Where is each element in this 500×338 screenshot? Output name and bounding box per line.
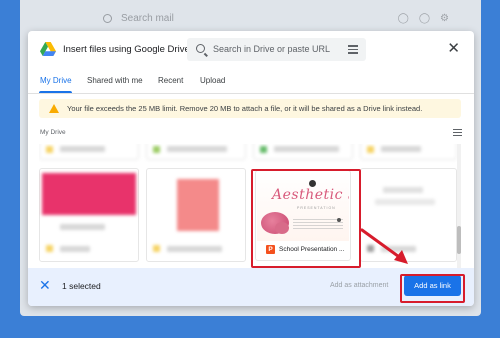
breadcrumb[interactable]: My Drive [40, 129, 66, 136]
close-icon[interactable]: ✕ [39, 278, 51, 292]
thumbnail-title: Aesthetic Scho [272, 187, 349, 203]
file-name-bar [381, 146, 421, 152]
tab-bar: My Drive Shared with me Recent Upload [28, 71, 474, 93]
file-type-icon [46, 245, 53, 252]
dialog-title: Insert files using Google Drive [63, 44, 190, 55]
tab-recent[interactable]: Recent [158, 76, 183, 85]
add-as-attachment-button[interactable]: Add as attachment [330, 282, 388, 289]
thumbnail-subtitle: PRESENTATION [297, 206, 336, 210]
file-type-icon [153, 146, 160, 153]
ink-dot [337, 218, 341, 222]
file-caption: P School Presentation ... [257, 241, 349, 259]
slides-file-icon: P [266, 245, 275, 254]
file-name-bar [274, 146, 339, 152]
file-name-bar [60, 246, 90, 252]
file-name: School Presentation ... [279, 246, 345, 253]
file-item[interactable] [146, 144, 246, 160]
search-icon [196, 44, 205, 53]
scrollbar-thumb[interactable] [457, 226, 461, 254]
file-type-icon [46, 146, 53, 153]
file-type-icon [153, 245, 160, 252]
google-drive-icon [40, 42, 56, 56]
list-view-icon[interactable] [453, 129, 462, 137]
selected-file-card[interactable]: Aesthetic Scho PRESENTATION P School Pre… [255, 170, 351, 261]
file-item[interactable] [253, 144, 353, 160]
search-icon [103, 14, 112, 23]
file-thumbnail [177, 179, 219, 231]
file-type-icon [367, 245, 374, 252]
file-name-bar [60, 146, 105, 152]
warning-text: Your file exceeds the 25 MB limit. Remov… [67, 104, 423, 113]
ink-dot [309, 180, 316, 187]
file-item[interactable] [39, 168, 139, 262]
gmail-search-placeholder: Search mail [121, 13, 174, 24]
flower-graphic [275, 222, 289, 234]
dialog-footer: ✕ 1 selected Add as attachment Add as li… [28, 268, 474, 306]
file-type-icon [367, 146, 374, 153]
file-name-bar [167, 146, 227, 152]
file-item[interactable] [39, 144, 139, 160]
warning-icon [49, 104, 59, 113]
file-name-bar [167, 246, 222, 252]
file-thumbnail [42, 173, 136, 215]
file-name-bar [383, 187, 423, 193]
gmail-header-icons: ◯◯⚙ [397, 13, 459, 24]
tab-shared-with-me[interactable]: Shared with me [87, 76, 143, 85]
gmail-search-bar: Search mail [103, 13, 174, 24]
tab-divider [28, 93, 474, 94]
close-icon[interactable]: ✕ [447, 41, 460, 56]
size-warning-banner: Your file exceeds the 25 MB limit. Remov… [39, 99, 461, 118]
file-item[interactable] [360, 168, 457, 262]
file-name-bar [60, 224, 105, 230]
tab-my-drive[interactable]: My Drive [40, 76, 72, 85]
file-name-bar [375, 199, 435, 205]
file-type-icon [260, 146, 267, 153]
tab-upload[interactable]: Upload [200, 76, 225, 85]
selection-count: 1 selected [62, 281, 101, 291]
add-as-link-button[interactable]: Add as link [404, 275, 461, 296]
presentation-thumbnail: Aesthetic Scho PRESENTATION [257, 172, 349, 241]
scrollbar[interactable] [457, 144, 461, 268]
tune-icon[interactable] [348, 45, 358, 54]
file-item[interactable] [146, 168, 246, 262]
drive-search-placeholder: Search in Drive or paste URL [213, 44, 331, 54]
insert-files-dialog: Insert files using Google Drive Search i… [28, 31, 474, 306]
thumbnail-text-lines [293, 219, 343, 229]
drive-search-input[interactable]: Search in Drive or paste URL [187, 38, 366, 61]
file-grid: Aesthetic Scho PRESENTATION P School Pre… [39, 144, 461, 268]
file-name-bar [381, 246, 416, 252]
file-item[interactable] [360, 144, 457, 160]
